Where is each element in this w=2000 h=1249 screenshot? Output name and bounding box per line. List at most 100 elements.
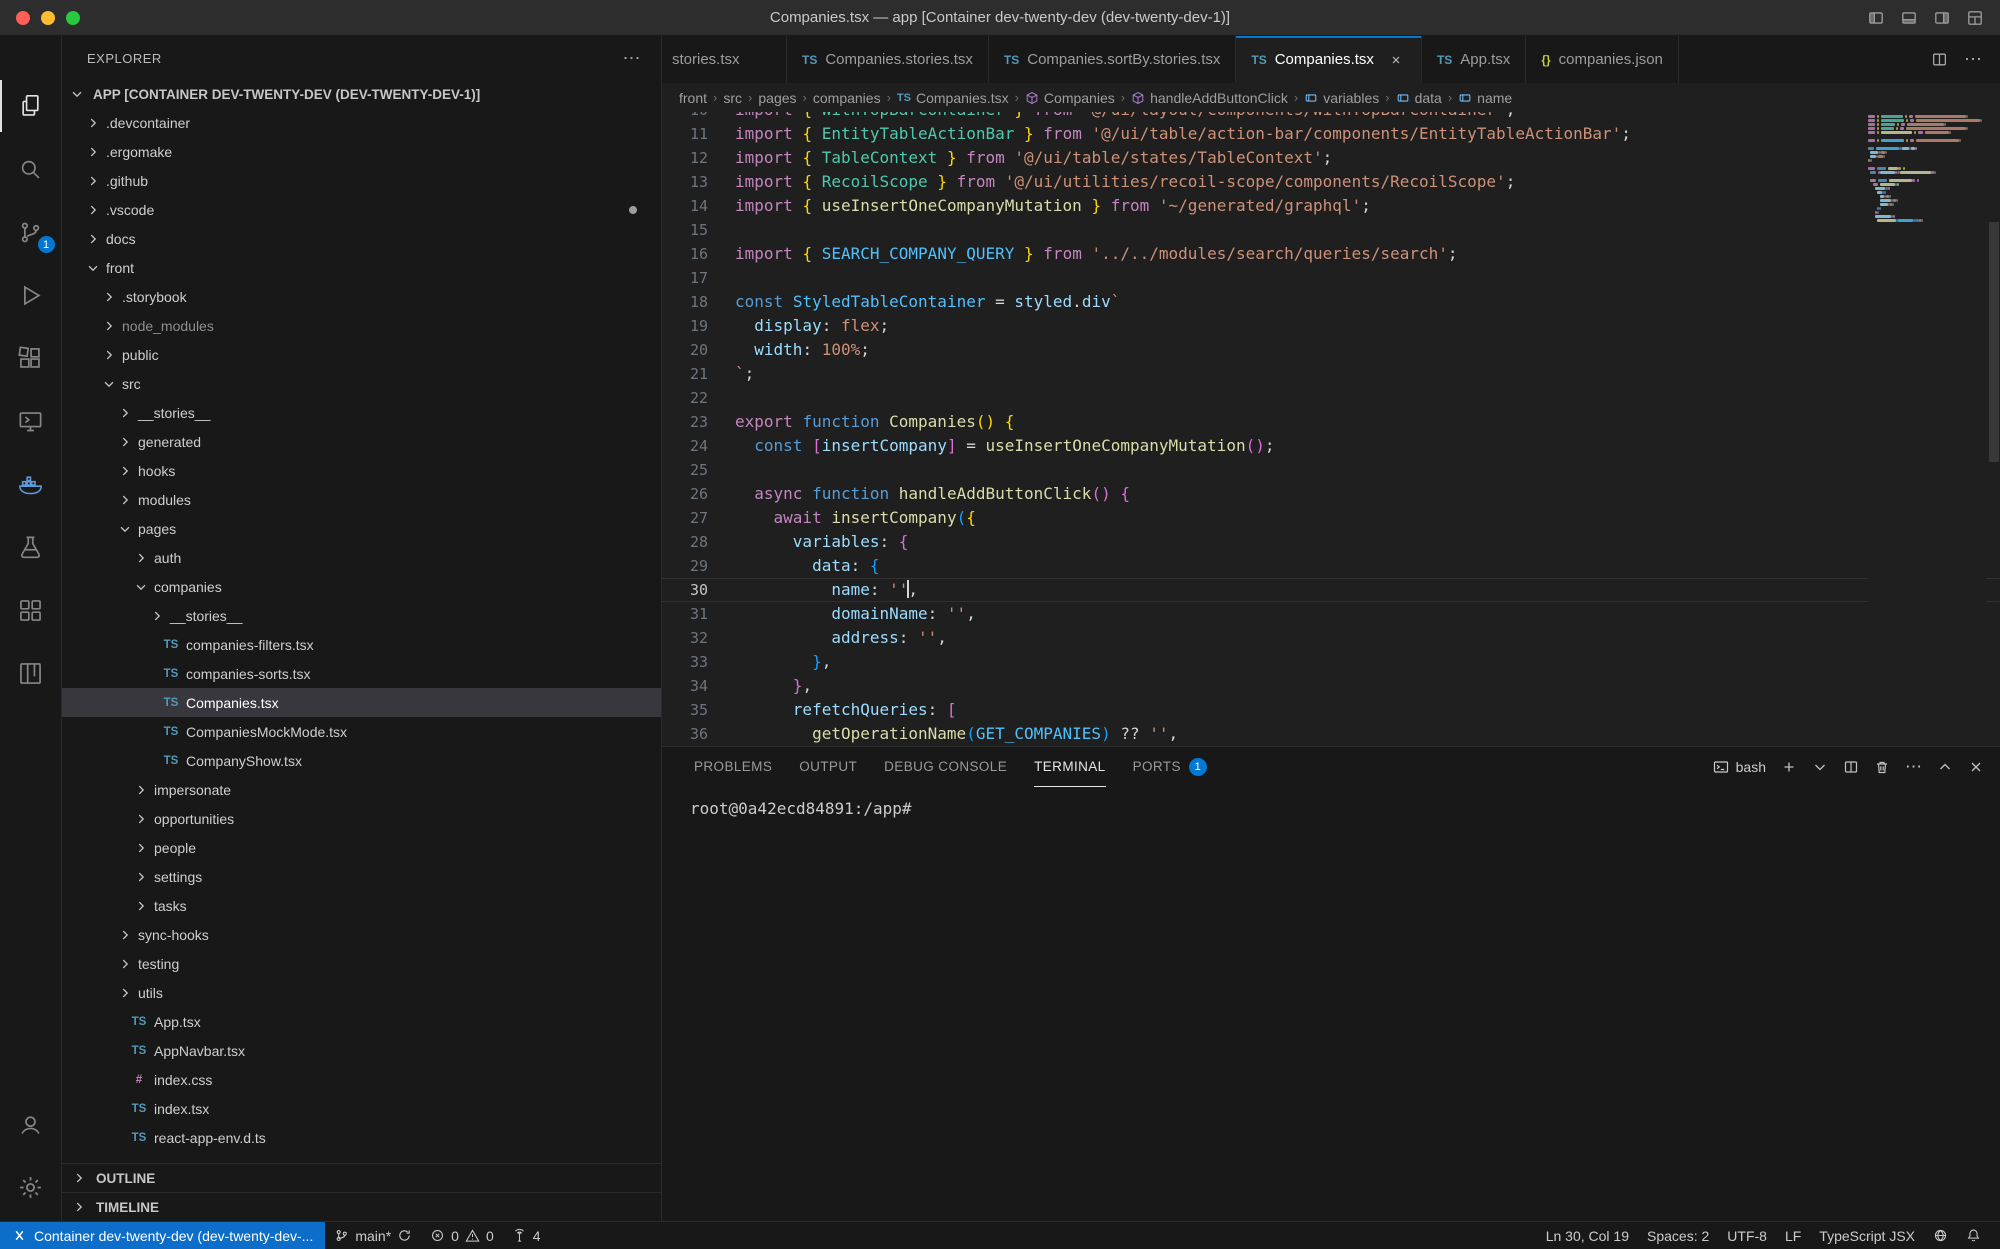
code-line-25[interactable]: 25 — [662, 458, 2000, 482]
editor-language-status[interactable] — [1924, 1222, 1957, 1249]
tree-folder-generated[interactable]: generated — [62, 427, 661, 456]
tab-Companies.sortBy.stories.tsx[interactable]: TSCompanies.sortBy.stories.tsx — [989, 36, 1236, 83]
panel-tab-terminal[interactable]: TERMINAL — [1034, 747, 1105, 787]
tree-folder-modules[interactable]: modules — [62, 485, 661, 514]
code-line-12[interactable]: 12import { TableContext } from '@/ui/tab… — [662, 146, 2000, 170]
tab-stories.tsx[interactable]: stories.tsx — [662, 36, 787, 83]
explorer-more-actions-icon[interactable]: ⋯ — [623, 48, 642, 69]
tree-folder-impersonate[interactable]: impersonate — [62, 775, 661, 804]
tree-folder-companies[interactable]: companies — [62, 572, 661, 601]
branch-status[interactable]: main* — [325, 1222, 421, 1249]
code-line-10[interactable]: 10import { WithTopBarContainer } from '@… — [662, 112, 2000, 122]
breadcrumb-variables[interactable]: variables — [1304, 90, 1379, 106]
toggle-panel-icon[interactable] — [1900, 9, 1918, 27]
code-line-14[interactable]: 14import { useInsertOneCompanyMutation }… — [662, 194, 2000, 218]
tree-file-CompaniesMockMode.tsx[interactable]: TSCompaniesMockMode.tsx — [62, 717, 661, 746]
panel-tab-debug-console[interactable]: DEBUG CONSOLE — [884, 747, 1007, 787]
tree-folder-testing[interactable]: testing — [62, 949, 661, 978]
kanban-button[interactable] — [0, 647, 62, 699]
tree-file-Companies.tsx[interactable]: TSCompanies.tsx — [62, 688, 661, 717]
workspace-section-header[interactable]: APP [CONTAINER DEV-TWENTY-DEV (DEV-TWENT… — [62, 80, 661, 108]
tree-folder-.storybook[interactable]: .storybook — [62, 282, 661, 311]
ports-status[interactable]: 4 — [503, 1222, 550, 1249]
tree-folder-front[interactable]: front — [62, 253, 661, 282]
terminal-output[interactable]: root@0a42ecd84891:/app# — [662, 787, 2000, 1221]
code-line-26[interactable]: 26 async function handleAddButtonClick()… — [662, 482, 2000, 506]
status-spaces-2[interactable]: Spaces: 2 — [1638, 1222, 1718, 1249]
breadcrumb-Companies[interactable]: Companies — [1025, 90, 1115, 106]
status-utf-8[interactable]: UTF-8 — [1718, 1222, 1776, 1249]
zoom-window-button[interactable] — [66, 11, 80, 25]
tree-file-CompanyShow.tsx[interactable]: TSCompanyShow.tsx — [62, 746, 661, 775]
code-line-16[interactable]: 16import { SEARCH_COMPANY_QUERY } from '… — [662, 242, 2000, 266]
tree-folder-__stories__[interactable]: __stories__ — [62, 601, 661, 630]
launch-profile-chevron-icon[interactable] — [1812, 759, 1828, 775]
code-line-20[interactable]: 20 width: 100%; — [662, 338, 2000, 362]
code-line-18[interactable]: 18const StyledTableContainer = styled.di… — [662, 290, 2000, 314]
tree-file-index.css[interactable]: #index.css — [62, 1065, 661, 1094]
breadcrumb-front[interactable]: front — [679, 90, 707, 106]
panel-tab-output[interactable]: OUTPUT — [799, 747, 857, 787]
customize-layout-icon[interactable] — [1966, 9, 1984, 27]
code-line-28[interactable]: 28 variables: { — [662, 530, 2000, 554]
notifications-status[interactable] — [1957, 1222, 1990, 1249]
code-line-33[interactable]: 33 }, — [662, 650, 2000, 674]
breadcrumb-src[interactable]: src — [723, 90, 742, 106]
tree-folder-people[interactable]: people — [62, 833, 661, 862]
search-button[interactable] — [0, 143, 62, 195]
breadcrumb-pages[interactable]: pages — [758, 90, 796, 106]
tree-file-App.tsx[interactable]: TSApp.tsx — [62, 1007, 661, 1036]
code-line-11[interactable]: 11import { EntityTableActionBar } from '… — [662, 122, 2000, 146]
panel-tab-problems[interactable]: PROBLEMS — [694, 747, 772, 787]
code-line-17[interactable]: 17 — [662, 266, 2000, 290]
tree-folder-sync-hooks[interactable]: sync-hooks — [62, 920, 661, 949]
docker-button[interactable] — [0, 458, 62, 510]
code-line-24[interactable]: 24 const [insertCompany] = useInsertOneC… — [662, 434, 2000, 458]
breadcrumb-data[interactable]: data — [1396, 90, 1442, 106]
run-debug-button[interactable] — [0, 269, 62, 321]
tree-folder-settings[interactable]: settings — [62, 862, 661, 891]
tree-folder-.github[interactable]: .github — [62, 166, 661, 195]
tree-folder-src[interactable]: src — [62, 369, 661, 398]
tree-folder-pages[interactable]: pages — [62, 514, 661, 543]
toggle-primary-sidebar-icon[interactable] — [1867, 9, 1885, 27]
code-line-21[interactable]: 21`; — [662, 362, 2000, 386]
code-line-35[interactable]: 35 refetchQueries: [ — [662, 698, 2000, 722]
tree-folder-.devcontainer[interactable]: .devcontainer — [62, 108, 661, 137]
status-ln-30-col-19[interactable]: Ln 30, Col 19 — [1537, 1222, 1638, 1249]
tree-folder-public[interactable]: public — [62, 340, 661, 369]
breadcrumb-Companies.tsx[interactable]: TSCompanies.tsx — [897, 90, 1009, 106]
tab-Companies.tsx[interactable]: TSCompanies.tsx — [1236, 36, 1422, 83]
settings-button[interactable] — [0, 1161, 62, 1213]
extensions-button[interactable] — [0, 332, 62, 384]
tree-file-AppNavbar.tsx[interactable]: TSAppNavbar.tsx — [62, 1036, 661, 1065]
breadcrumb-handleAddButtonClick[interactable]: handleAddButtonClick — [1131, 90, 1288, 106]
tree-folder-auth[interactable]: auth — [62, 543, 661, 572]
minimize-window-button[interactable] — [41, 11, 55, 25]
timeline-section-header[interactable]: TIMELINE — [62, 1192, 661, 1221]
close-tab-icon[interactable] — [1386, 50, 1406, 70]
explorer-button[interactable] — [0, 80, 62, 132]
close-panel-icon[interactable] — [1968, 759, 1984, 775]
code-editor[interactable]: 10import { WithTopBarContainer } from '@… — [662, 112, 2000, 746]
source-control-button[interactable]: 1 — [0, 206, 62, 258]
tree-folder-__stories__[interactable]: __stories__ — [62, 398, 661, 427]
tab-Companies.stories.tsx[interactable]: TSCompanies.stories.tsx — [787, 36, 989, 83]
tree-folder-docs[interactable]: docs — [62, 224, 661, 253]
tree-folder-utils[interactable]: utils — [62, 978, 661, 1007]
split-terminal-icon[interactable] — [1843, 759, 1859, 775]
code-line-27[interactable]: 27 await insertCompany({ — [662, 506, 2000, 530]
testing-button[interactable] — [0, 521, 62, 573]
toggle-secondary-sidebar-icon[interactable] — [1933, 9, 1951, 27]
terminal-shell-picker[interactable]: bash — [1713, 759, 1766, 775]
status-typescript-jsx[interactable]: TypeScript JSX — [1810, 1222, 1924, 1249]
problems-status[interactable]: 0 0 — [421, 1222, 503, 1249]
tree-file-companies-filters.tsx[interactable]: TScompanies-filters.tsx — [62, 630, 661, 659]
code-line-29[interactable]: 29 data: { — [662, 554, 2000, 578]
code-line-30[interactable]: 30 name: '', — [662, 578, 2000, 602]
tree-file-companies-sorts.tsx[interactable]: TScompanies-sorts.tsx — [62, 659, 661, 688]
panel-more-actions-icon[interactable]: ⋯ — [1905, 757, 1922, 777]
tree-file-index.tsx[interactable]: TSindex.tsx — [62, 1094, 661, 1123]
code-line-31[interactable]: 31 domainName: '', — [662, 602, 2000, 626]
code-line-22[interactable]: 22 — [662, 386, 2000, 410]
